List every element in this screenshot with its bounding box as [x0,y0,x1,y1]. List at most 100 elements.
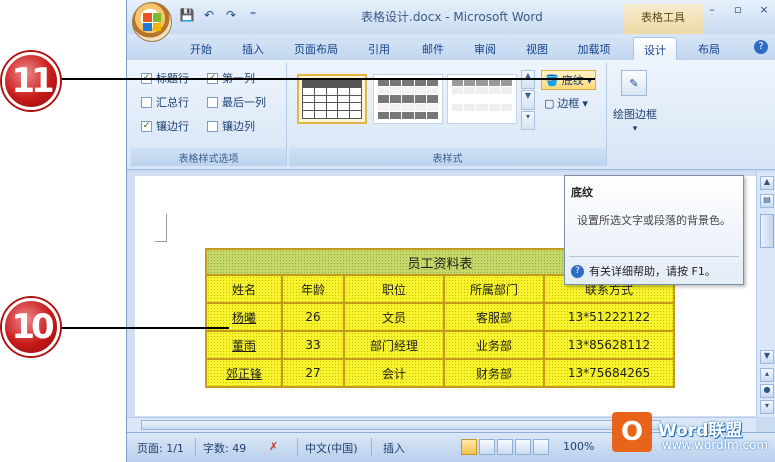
table-header-cell[interactable]: 所属部门 [443,274,545,304]
browse-object-icon[interactable]: ● [760,384,774,398]
document-title: 表格设计.docx - Microsoft Word [361,10,543,24]
table-row: 郊正锋 27 会计 财务部 13*75684265 [205,358,675,388]
vertical-scrollbar[interactable]: ▲ ▤ ▼ ▴ ● ▾ [756,172,775,417]
cell-text: 27 [305,366,321,380]
shading-button[interactable]: 🪣 底纹 ▾ [541,70,597,90]
office-button[interactable] [132,2,172,42]
window-controls: – ▫ × [704,3,772,17]
option-banded-columns[interactable]: 镶边列 [207,118,255,134]
cell-text: 33 [305,338,321,352]
draw-table-icon: ✎ [621,70,647,96]
chevron-down-icon: ▾ [582,96,588,110]
table-cell[interactable]: 部门经理 [343,330,445,360]
chevron-down-icon: ▾ [632,124,638,134]
help-icon[interactable]: ? [754,40,768,54]
table-row: 董雨 33 部门经理 业务部 13*85628112 [205,330,675,360]
view-draft-icon[interactable] [533,439,549,455]
prev-page-icon[interactable]: ▴ [760,368,774,382]
gallery-down-icon[interactable]: ▼ [521,90,535,110]
tooltip-divider [569,256,739,257]
option-total-row[interactable]: 汇总行 [141,94,189,110]
scroll-thumb[interactable] [760,214,774,248]
callout-line-table [55,327,229,329]
tab-insert[interactable]: 插入 [235,37,271,60]
tooltip-help-text: 有关详细帮助，请按 F1。 [589,265,716,278]
tab-layout[interactable]: 布局 [689,37,729,60]
table-header-cell[interactable]: 职位 [343,274,445,304]
close-icon[interactable]: × [756,3,772,17]
restore-icon[interactable]: ▫ [730,3,746,17]
table-header-cell[interactable]: 年龄 [281,274,345,304]
status-word-count[interactable]: 字数: 49 [203,440,246,456]
table-style-thumb-plain[interactable] [447,74,517,124]
tooltip-title: 底纹 [571,186,593,199]
cell-text: 文员 [381,310,406,325]
divider [195,438,196,456]
status-page[interactable]: 页面: 1/1 [137,440,184,456]
scroll-thumb[interactable] [141,420,661,430]
table-cell[interactable]: 董雨 [205,330,283,360]
scroll-down-icon[interactable]: ▼ [760,350,774,364]
table-cell[interactable]: 业务部 [443,330,545,360]
office-logo-icon [143,13,161,31]
table-style-thumb-grid[interactable] [297,74,367,124]
status-language[interactable]: 中文(中国) [305,440,358,456]
word-window: 💾 ↶ ↷ ⁼ 表格设计.docx - Microsoft Word 表格工具 … [126,0,775,462]
tab-mailings[interactable]: 邮件 [415,37,451,60]
undo-icon[interactable]: ↶ [201,7,217,23]
table-cell[interactable]: 客服部 [443,302,545,332]
table-cell[interactable]: 会计 [343,358,445,388]
tooltip-body: 设置所选文字或段落的背景色。 [577,214,731,227]
table-cell[interactable]: 13*51222122 [543,302,675,332]
table-cell[interactable]: 26 [281,302,345,332]
checkbox-banded-columns[interactable] [207,120,218,132]
minimize-icon[interactable]: – [704,3,720,17]
tab-design[interactable]: 设计 [633,37,677,60]
title-bar: 💾 ↶ ↷ ⁼ 表格设计.docx - Microsoft Word 表格工具 … [127,0,775,34]
option-banded-rows[interactable]: ✓ 镶边行 [141,118,189,134]
customize-qat-icon[interactable]: ⁼ [245,7,261,23]
redo-icon[interactable]: ↷ [223,7,239,23]
table-cell[interactable]: 文员 [343,302,445,332]
tab-view[interactable]: 视图 [519,37,555,60]
tab-page-layout[interactable]: 页面布局 [287,37,345,60]
table-header-cell[interactable]: 姓名 [205,274,283,304]
option-label: 汇总行 [156,96,189,109]
table-cell[interactable]: 33 [281,330,345,360]
checkbox-total-row[interactable] [141,96,152,108]
table-cell[interactable]: 郊正锋 [205,358,283,388]
status-insert-mode[interactable]: 插入 [383,440,405,456]
table-cell[interactable]: 27 [281,358,345,388]
table-cell[interactable]: 财务部 [443,358,545,388]
gallery-more-icon[interactable]: ▾ [521,110,535,130]
option-label: 镶边列 [222,120,255,133]
group-draw-borders[interactable]: ✎ 绘图边框 ▾ [609,62,661,166]
table-cell[interactable]: 13*75684265 [543,358,675,388]
scroll-up-icon[interactable]: ▲ [760,176,774,190]
table-cell[interactable]: 13*85628112 [543,330,675,360]
save-icon[interactable]: 💾 [179,7,195,23]
checkbox-banded-rows[interactable]: ✓ [141,120,152,132]
tab-review[interactable]: 审阅 [467,37,503,60]
zoom-level[interactable]: 100% [563,440,594,453]
ruler-toggle-icon[interactable]: ▤ [760,194,774,208]
cell-text: 13*51222122 [567,310,651,324]
quick-access-toolbar: 💾 ↶ ↷ ⁼ [179,7,261,23]
view-full-screen-icon[interactable] [479,439,495,455]
borders-label: 边框 [557,97,580,110]
divider [371,438,372,456]
option-last-column[interactable]: 最后一列 [207,94,266,110]
proofing-icon[interactable]: ✗ [269,440,278,453]
borders-button[interactable]: ▢ 边框 ▾ [541,94,591,112]
checkbox-last-column[interactable] [207,96,218,108]
view-outline-icon[interactable] [515,439,531,455]
group-label: 表格样式选项 [131,148,286,166]
tab-references[interactable]: 引用 [361,37,397,60]
view-web-layout-icon[interactable] [497,439,513,455]
table-style-thumb-light[interactable] [373,74,443,124]
cell-text: 部门经理 [369,338,418,353]
option-label: 镶边行 [156,120,189,133]
tab-addins[interactable]: 加载项 [569,37,619,60]
view-print-layout-icon[interactable] [461,439,477,455]
tab-home[interactable]: 开始 [183,37,219,60]
